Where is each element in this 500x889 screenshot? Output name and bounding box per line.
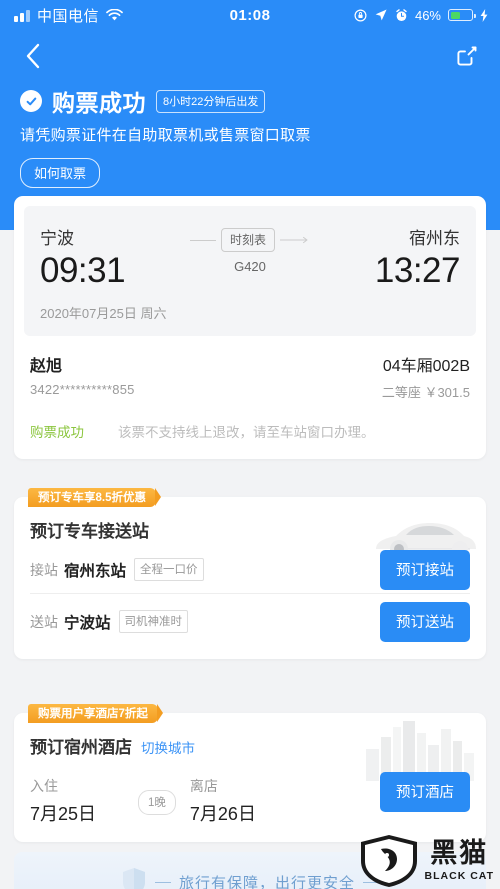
departure-block: 宁波 09:31 (40, 224, 126, 291)
status-bar: 中国电信 01:08 46% (0, 0, 500, 30)
back-button[interactable] (16, 39, 50, 73)
book-dropoff-button[interactable]: 预订送站 (380, 601, 470, 642)
pickup-row: 接站 宿州东站 全程一口价 预订接站 (30, 542, 470, 593)
arrival-time: 13:27 (374, 251, 461, 290)
battery-icon (448, 9, 476, 21)
watermark: 黑猫 BLACK CAT (359, 835, 494, 887)
arrival-station: 宿州东 (409, 229, 460, 248)
chevron-left-icon (26, 43, 40, 69)
car-promo-ribbon: 预订专车享8.5折优惠 (28, 488, 161, 507)
nights-badge: 1晚 (138, 790, 176, 815)
departure-station: 宁波 (40, 229, 74, 248)
schedule-line: 时刻表 (189, 228, 310, 252)
line-left (189, 239, 216, 241)
dropoff-station: 宁波站 (64, 614, 111, 632)
hotel-title: 预订宿州酒店 (30, 738, 132, 757)
page-subtitle: 请凭购票证件在自助取票机或售票窗口取票 (20, 127, 311, 144)
schedule-badge[interactable]: 时刻表 (220, 228, 275, 252)
passenger-name: 赵旭 (30, 358, 63, 375)
train-number: G420 (234, 259, 266, 274)
dropoff-label: 送站 (30, 613, 58, 630)
pickup-tag: 全程一口价 (134, 558, 204, 581)
travel-date: 2020年07月25日 周六 (40, 306, 167, 321)
passenger-info: 赵旭 3422**********855 (30, 352, 135, 401)
black-cat-logo (360, 835, 417, 887)
hotel-card: 购票用户享酒店7折起 预订宿州酒店 切换城市 入住 7月25日 1晚 离店 7月… (14, 704, 486, 842)
status-badge: 购票成功 (30, 425, 84, 440)
checkout-date: 7月26日 (189, 804, 256, 824)
arrival-block: 宿州东 13:27 (374, 224, 461, 291)
ticket-card: 宁波 09:31 时刻表 G420 宿州东 13:27 2020年07月25日 … (14, 196, 486, 459)
how-to-collect-button[interactable]: 如何取票 (20, 158, 101, 188)
check-circle-icon (20, 90, 42, 112)
departure-time: 09:31 (40, 251, 126, 290)
dropoff-tag: 司机神准时 (118, 610, 189, 633)
page-title: 购票成功 (52, 90, 146, 116)
checkin-label: 入住 (30, 778, 58, 794)
hotel-date-row: 入住 7月25日 1晚 离店 7月26日 预订酒店 (30, 758, 470, 826)
hotel-promo-ribbon: 购票用户享酒店7折起 (28, 704, 163, 723)
book-hotel-button[interactable]: 预订酒店 (380, 772, 470, 812)
banner-text: 旅行有保障，出行更安全 (178, 874, 355, 889)
passenger-row: 赵旭 3422**********855 04车厢002B 二等座 ￥301.5 (24, 336, 476, 405)
ticket-status-row: 购票成功 该票不支持线上退改，请至车站窗口办理。 (24, 405, 476, 449)
trip-summary[interactable]: 宁波 09:31 时刻表 G420 宿州东 13:27 2020年07月25日 … (24, 206, 476, 336)
dropoff-row: 送站 宁波站 司机神准时 预订送站 (30, 593, 470, 645)
refund-note: 该票不支持线上退改，请至车站窗口办理。 (118, 425, 375, 440)
status-bar-clock: 01:08 (229, 6, 271, 24)
checkin-block[interactable]: 入住 7月25日 (30, 776, 138, 826)
share-icon (457, 46, 477, 66)
train-info: 时刻表 G420 (125, 224, 375, 274)
book-pickup-button[interactable]: 预订接站 (380, 549, 470, 590)
banner-line-left (154, 881, 171, 883)
shield-icon (122, 868, 145, 889)
passenger-id: 3422**********855 (30, 382, 135, 397)
countdown-badge: 8小时22分钟后出发 (156, 89, 266, 113)
seat-info: 04车厢002B 二等座 ￥301.5 (382, 352, 470, 401)
checkout-label: 离店 (189, 778, 218, 794)
watermark-text: 黑猫 BLACK CAT (424, 838, 494, 883)
success-headline: 购票成功 8小时22分钟后出发 (20, 84, 266, 118)
watermark-en: BLACK CAT (424, 870, 494, 882)
trip-row: 宁波 09:31 时刻表 G420 宿州东 13:27 (40, 224, 461, 291)
watermark-cn: 黑猫 (430, 838, 489, 868)
car-service-card: 预订专车享8.5折优惠 预订专车接送站 接站 宿州东站 全程一口价 预订接站 送… (14, 488, 486, 659)
seat-number: 04车厢002B (382, 358, 470, 375)
arrow-right-icon (280, 236, 308, 244)
switch-city-link[interactable]: 切换城市 (141, 737, 195, 757)
checkout-block[interactable]: 离店 7月26日 (190, 776, 298, 826)
pickup-station: 宿州东站 (64, 562, 127, 580)
checkin-date: 7月25日 (30, 804, 97, 824)
ticket-success-screen: 中国电信 01:08 46% 购票成功 8小时22分钟后出发 请凭购票证件在自助… (0, 0, 500, 889)
share-button[interactable] (450, 39, 484, 73)
seat-class-price: 二等座 ￥301.5 (381, 385, 470, 400)
navigation-bar (0, 30, 500, 82)
pickup-label: 接站 (30, 561, 58, 578)
